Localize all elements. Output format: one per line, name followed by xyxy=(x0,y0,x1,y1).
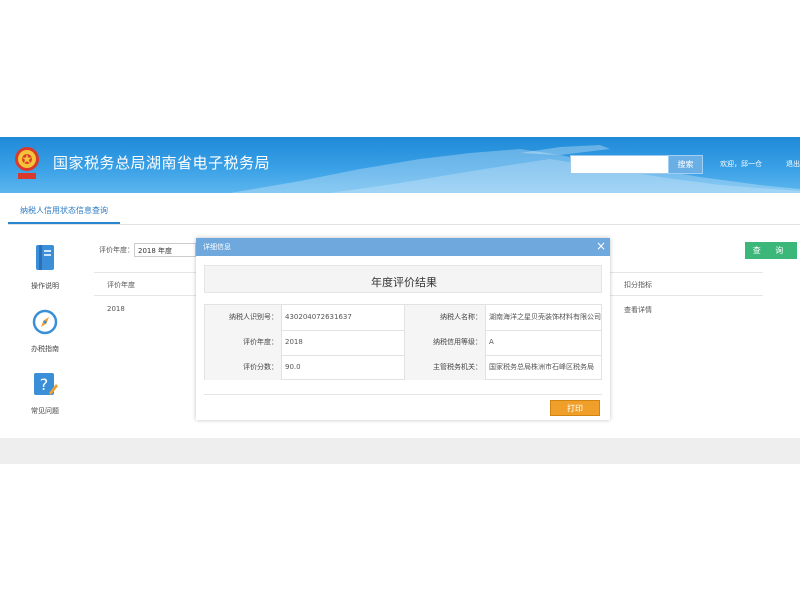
detail-table: 纳税人识别号： 430204072631637 纳税人名称： 湖南海洋之星贝壳装… xyxy=(204,304,602,380)
sidebar-item-instructions[interactable]: 操作说明 xyxy=(20,244,70,291)
tab-credit-status-query[interactable]: 纳税人信用状态信息查询 xyxy=(8,203,120,224)
year-filter-label: 评价年度： xyxy=(99,246,134,254)
query-button[interactable]: 查 询 xyxy=(745,242,797,259)
taxpayer-id-value: 430204072631637 xyxy=(285,313,352,321)
logout-link[interactable]: 退出 xyxy=(786,159,800,169)
table-row: 评价年度： 2018 纳税信用等级： A xyxy=(205,330,601,356)
column-header-deduction: 扣分指标 xyxy=(624,281,652,289)
welcome-text: 欢迎，邱一仓 xyxy=(720,160,762,168)
tab-divider xyxy=(8,224,800,225)
eval-year-label: 评价年度： xyxy=(205,330,281,355)
sidebar-item-label: 办税指南 xyxy=(31,345,59,353)
column-header-year: 评价年度 xyxy=(107,281,135,289)
modal-header: 详细信息 × xyxy=(196,238,610,256)
score-value: 90.0 xyxy=(285,363,301,371)
question-icon: ? xyxy=(34,373,58,395)
compass-icon xyxy=(32,309,58,335)
search-button[interactable]: 搜索 xyxy=(668,155,703,174)
sidebar-item-guide[interactable]: 办税指南 xyxy=(20,309,70,354)
taxpayer-name-value: 湖南海洋之星贝壳装饰材料有限公司 xyxy=(489,313,601,321)
tax-authority-label: 主管税务机关： xyxy=(405,355,485,380)
result-title: 年度评价结果 xyxy=(371,276,437,289)
sidebar-item-label: 常见问题 xyxy=(31,407,59,415)
score-label: 评价分数： xyxy=(205,355,281,380)
footer-band xyxy=(0,438,800,464)
tab-bar: 纳税人信用状态信息查询 xyxy=(0,203,800,225)
view-details-link[interactable]: 查看详情 xyxy=(624,305,652,315)
svg-text:?: ? xyxy=(40,375,49,394)
sidebar-item-label: 操作说明 xyxy=(31,282,59,290)
eval-year-value: 2018 xyxy=(285,338,303,346)
modal-title: 详细信息 xyxy=(203,243,231,251)
detail-modal: 详细信息 × 年度评价结果 纳税人识别号： 430204072631637 纳税… xyxy=(196,238,610,420)
result-title-box: 年度评价结果 xyxy=(204,265,602,293)
close-icon[interactable]: × xyxy=(596,239,606,253)
sidebar-item-faq[interactable]: ? 常见问题 xyxy=(20,371,70,416)
taxpayer-id-label: 纳税人识别号： xyxy=(205,305,281,330)
book-icon xyxy=(36,245,54,270)
tax-authority-value: 国家税务总局株洲市石峰区税务局 xyxy=(489,363,594,371)
modal-divider xyxy=(204,394,602,395)
credit-level-label: 纳税信用等级： xyxy=(405,330,485,355)
credit-level-value: A xyxy=(489,338,494,346)
search-input[interactable] xyxy=(570,155,672,174)
table-row: 评价分数： 90.0 主管税务机关： 国家税务总局株洲市石峰区税务局 xyxy=(205,355,601,380)
table-cell-year: 2018 xyxy=(107,305,125,313)
table-row: 纳税人识别号： 430204072631637 纳税人名称： 湖南海洋之星贝壳装… xyxy=(205,305,601,331)
year-select[interactable]: 2018 年度 xyxy=(134,243,196,257)
print-button[interactable]: 打印 xyxy=(550,400,600,416)
site-title: 国家税务总局湖南省电子税务局 xyxy=(53,154,271,172)
taxpayer-name-label: 纳税人名称： xyxy=(405,305,485,330)
site-header: 国家税务总局湖南省电子税务局 搜索 欢迎，邱一仓 退出 xyxy=(0,137,800,193)
tax-bureau-emblem-icon xyxy=(15,147,39,179)
